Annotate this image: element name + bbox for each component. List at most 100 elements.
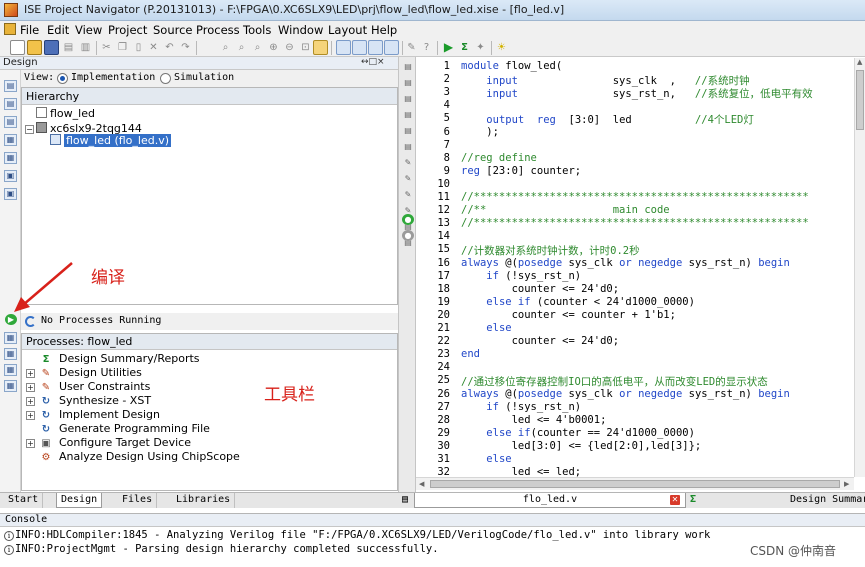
run-process-icon[interactable]: ▶ <box>441 40 456 55</box>
menu-view[interactable]: View <box>75 23 102 37</box>
editor-tool-icon[interactable]: ✎ <box>402 189 414 200</box>
tab-design-summary[interactable]: Design Summar <box>790 493 865 508</box>
editor-tool-icon[interactable]: ▤ <box>402 109 414 120</box>
simulation-label[interactable]: Simulation <box>174 72 234 83</box>
scrollbar-thumb[interactable] <box>430 480 840 488</box>
process-configure-device[interactable]: + ▣ Configure Target Device <box>26 436 191 449</box>
redo-icon[interactable]: ↷ <box>178 40 193 55</box>
layout-2-icon[interactable] <box>352 40 367 55</box>
expand-icon[interactable]: + <box>26 439 35 448</box>
process-status-bar: No Processes Running <box>21 313 398 330</box>
stop-icon[interactable]: ● <box>402 230 414 241</box>
scroll-up-icon[interactable]: ▲ <box>857 58 862 66</box>
layout-1-icon[interactable] <box>336 40 351 55</box>
open-folder-icon[interactable] <box>27 40 42 55</box>
process-generate-programming[interactable]: ↻ Generate Programming File <box>26 422 210 435</box>
process-chipscope[interactable]: ⚙ Analyze Design Using ChipScope <box>26 450 240 463</box>
menu-project[interactable]: Project <box>108 23 147 37</box>
editor-tool-icon[interactable]: ✎ <box>402 157 414 168</box>
menu-process[interactable]: Process <box>196 23 240 37</box>
properties-icon[interactable]: ▦ <box>4 152 17 164</box>
add-source-icon[interactable]: ▤ <box>4 80 17 92</box>
find-in-files-icon[interactable]: ⌕ <box>250 40 265 55</box>
editor-horizontal-scrollbar[interactable]: ◀ ▶ <box>416 477 854 490</box>
new-file-icon[interactable] <box>10 40 25 55</box>
panel-float-close-controls[interactable]: ↔□× <box>361 57 385 67</box>
simulation-radio[interactable] <box>160 73 171 84</box>
menu-file[interactable]: File <box>20 23 39 37</box>
help-pointer-icon[interactable]: ? <box>419 40 434 55</box>
hierarchy-icon[interactable]: ▦ <box>4 134 17 146</box>
document-menu-icon[interactable] <box>4 23 16 35</box>
expand-icon[interactable]: + <box>26 411 35 420</box>
design-summary-icon[interactable]: Σ <box>457 40 472 55</box>
collapse-icon[interactable]: − <box>25 125 34 134</box>
schematic-icon[interactable] <box>313 40 328 55</box>
editor-tool-icon[interactable]: ▤ <box>402 125 414 136</box>
editor-tool-icon[interactable]: ▤ <box>402 61 414 72</box>
implementation-label[interactable]: Implementation <box>71 72 155 83</box>
editor-tool-icon[interactable]: ▤ <box>402 77 414 88</box>
process-design-utilities[interactable]: + ✎ Design Utilities <box>26 366 142 379</box>
zoom-in-icon[interactable]: ⊕ <box>266 40 281 55</box>
editor-tool-icon[interactable]: ▤ <box>402 93 414 104</box>
code-editor[interactable]: 1 module flow_led(2 input sys_clk , //系统时… <box>416 58 854 477</box>
tab-libraries[interactable]: Libraries <box>172 493 236 508</box>
process-tool-2-icon[interactable]: ▦ <box>4 348 17 360</box>
wrench-icon[interactable]: ✎ <box>404 40 419 55</box>
menu-edit[interactable]: Edit <box>47 23 69 37</box>
expand-icon[interactable]: + <box>26 369 35 378</box>
zoom-out-icon[interactable]: ⊖ <box>282 40 297 55</box>
find-next-icon[interactable]: ⌕ <box>234 40 249 55</box>
delete-icon[interactable]: ✕ <box>146 40 161 55</box>
editor-tool-icon[interactable]: ✎ <box>402 173 414 184</box>
implementation-radio[interactable] <box>57 73 68 84</box>
expand-icon[interactable]: + <box>26 397 35 406</box>
scroll-right-icon[interactable]: ▶ <box>844 480 849 488</box>
find-icon[interactable]: ⌕ <box>218 40 233 55</box>
undo-icon[interactable]: ↶ <box>162 40 177 55</box>
process-synthesize[interactable]: + ↻ Synthesize - XST <box>26 394 151 407</box>
menu-source[interactable]: Source <box>153 23 193 37</box>
process-implement[interactable]: + ↻ Implement Design <box>26 408 160 421</box>
tab-design[interactable]: Design <box>56 493 103 508</box>
editor-vertical-scrollbar[interactable]: ▲ <box>854 58 865 477</box>
probe-icon[interactable]: ✦ <box>473 40 488 55</box>
save-all-icon[interactable]: ▤ <box>61 40 76 55</box>
constraints-icon[interactable]: ▣ <box>4 188 17 200</box>
scrollbar-thumb[interactable] <box>856 70 864 130</box>
menu-tools[interactable]: Tools <box>243 23 271 37</box>
save-icon[interactable] <box>44 40 59 55</box>
copy-icon[interactable]: ❐ <box>115 40 130 55</box>
go-icon[interactable]: ● <box>402 214 414 225</box>
menu-layout[interactable]: Layout <box>328 23 367 37</box>
paste-icon[interactable]: ▯ <box>131 40 146 55</box>
process-tool-3-icon[interactable]: ▦ <box>4 364 17 376</box>
scroll-left-icon[interactable]: ◀ <box>419 480 424 488</box>
tab-start[interactable]: Start <box>4 493 44 508</box>
layout-4-icon[interactable] <box>384 40 399 55</box>
new-source-icon[interactable]: ▤ <box>4 116 17 128</box>
process-tool-1-icon[interactable]: ▦ <box>4 332 17 344</box>
close-tab-icon[interactable]: ✕ <box>670 495 680 505</box>
add-copy-source-icon[interactable]: ▤ <box>4 98 17 110</box>
process-tool-4-icon[interactable]: ▦ <box>4 380 17 392</box>
expand-icon[interactable]: + <box>26 383 35 392</box>
menu-help[interactable]: Help <box>371 23 397 37</box>
chip-icon[interactable]: ▣ <box>4 170 17 182</box>
process-user-constraints[interactable]: + ✎ User Constraints <box>26 380 150 393</box>
tree-item-top-module[interactable]: flow_led (flo_led.v) <box>50 134 172 147</box>
tab-flo-led[interactable]: flo_led.v <box>414 493 686 508</box>
tree-item-project[interactable]: flow_led <box>36 107 95 120</box>
process-design-summary[interactable]: Σ Design Summary/Reports <box>26 352 200 365</box>
lightbulb-icon[interactable]: ☀ <box>494 40 509 55</box>
console-panel[interactable]: i INFO:HDLCompiler:1845 - Analyzing Veril… <box>0 526 865 567</box>
layout-3-icon[interactable] <box>368 40 383 55</box>
tab-files[interactable]: Files <box>118 493 158 508</box>
editor-tool-icon[interactable]: ▤ <box>402 141 414 152</box>
zoom-fit-icon[interactable]: ⊡ <box>298 40 313 55</box>
run-icon[interactable]: ▶ <box>5 314 17 325</box>
cut-icon[interactable]: ✂ <box>99 40 114 55</box>
menu-window[interactable]: Window <box>278 23 323 37</box>
print-icon[interactable]: ▥ <box>78 40 93 55</box>
